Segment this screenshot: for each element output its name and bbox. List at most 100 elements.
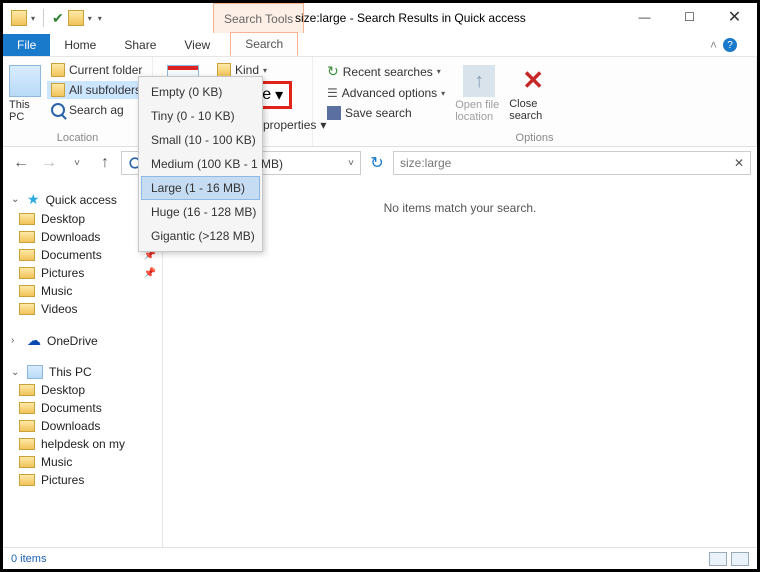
minimize-button[interactable]: — xyxy=(622,3,667,31)
tree-onedrive[interactable]: › ☁ OneDrive xyxy=(3,330,162,351)
explorer-window: ▾ ✔ ▾ ▾ Search Tools size:large - Search… xyxy=(0,0,760,572)
tree-desktop-label: Desktop xyxy=(41,212,85,226)
folder-icon xyxy=(19,474,35,486)
history-dropdown[interactable]: ˅ xyxy=(65,151,89,175)
tree-onedrive-label: OneDrive xyxy=(47,334,98,348)
size-caret-icon: ▾ xyxy=(275,85,283,105)
size-option-large[interactable]: Large (1 - 16 MB) xyxy=(141,176,260,200)
size-option-small[interactable]: Small (10 - 100 KB) xyxy=(141,128,260,152)
advanced-icon: ☰ xyxy=(327,86,338,100)
other-properties-button[interactable]: properties ▾ xyxy=(263,118,326,132)
details-view-icon[interactable] xyxy=(709,552,727,566)
tree-music-label: Music xyxy=(41,284,72,298)
status-bar: 0 items xyxy=(3,547,757,569)
quick-access-toolbar: ▾ ✔ ▾ ▾ xyxy=(3,9,102,27)
tree-pc-downloads[interactable]: Downloads xyxy=(3,417,162,435)
search-box[interactable]: size:large ✕ xyxy=(393,151,751,175)
tab-share[interactable]: Share xyxy=(110,34,170,56)
all-subfolders-button[interactable]: All subfolders xyxy=(47,81,146,99)
size-dropdown-menu: Empty (0 KB) Tiny (0 - 10 KB) Small (10 … xyxy=(138,76,263,252)
tab-search[interactable]: Search xyxy=(230,32,298,56)
kind-label: Kind xyxy=(235,63,259,77)
search-clear-icon[interactable]: ✕ xyxy=(734,156,744,170)
tree-pc-desktop[interactable]: Desktop xyxy=(3,381,162,399)
refresh-button[interactable]: ↻ xyxy=(365,151,389,175)
tree-this-pc-label: This PC xyxy=(49,365,92,379)
qat-app-dropdown-icon[interactable]: ▾ xyxy=(31,14,35,23)
folder-icon xyxy=(19,249,35,261)
recent-searches-button[interactable]: ↻ Recent searches ▾ xyxy=(323,61,449,82)
advanced-options-button[interactable]: ☰ Advanced options ▾ xyxy=(323,84,449,102)
chevron-down-icon[interactable]: ⌄ xyxy=(11,367,21,378)
tree-videos-label: Videos xyxy=(41,302,77,316)
view-switcher xyxy=(709,552,749,566)
tree-pc-helpdesk[interactable]: helpdesk on my xyxy=(3,435,162,453)
recent-icon: ↻ xyxy=(327,63,339,80)
maximize-button[interactable]: ☐ xyxy=(667,3,712,31)
chevron-down-icon[interactable]: ⌄ xyxy=(11,194,21,205)
this-pc-button[interactable]: This PC xyxy=(9,61,41,123)
close-search-icon: ✕ xyxy=(522,65,544,96)
address-dropdown-icon[interactable]: ˅ xyxy=(348,158,354,169)
size-option-gigantic[interactable]: Gigantic (>128 MB) xyxy=(141,224,260,248)
window-controls: — ☐ ✕ xyxy=(622,3,757,31)
ribbon-group-options: ↻ Recent searches ▾ ☰ Advanced options ▾… xyxy=(313,57,757,146)
folder-icon xyxy=(19,213,35,225)
tree-pictures[interactable]: Pictures 📌 xyxy=(3,264,162,282)
navigation-bar: ← → ˅ ↑ access › ˅ ↻ size:large ✕ xyxy=(3,147,757,179)
folder-icon xyxy=(19,420,35,432)
close-search-button[interactable]: ✕ Close search xyxy=(509,61,557,122)
folder-icon xyxy=(19,285,35,297)
folder-icon xyxy=(19,231,35,243)
size-option-medium[interactable]: Medium (100 KB - 1 MB) xyxy=(141,152,260,176)
tree-pc-helpdesk-label: helpdesk on my xyxy=(41,437,125,451)
thumbnails-view-icon[interactable] xyxy=(731,552,749,566)
current-folder-button[interactable]: Current folder xyxy=(47,61,146,79)
qat-separator xyxy=(43,9,44,27)
tree-pc-documents[interactable]: Documents xyxy=(3,399,162,417)
tab-view[interactable]: View xyxy=(170,34,224,56)
properties-caret-icon: ▾ xyxy=(320,118,326,132)
size-option-huge[interactable]: Huge (16 - 128 MB) xyxy=(141,200,260,224)
pc-icon xyxy=(27,365,43,379)
tree-pc-documents-label: Documents xyxy=(41,401,102,415)
search-icon xyxy=(51,103,65,117)
chevron-right-icon[interactable]: › xyxy=(11,335,21,346)
ribbon: This PC Current folder All subfolders Se… xyxy=(3,57,757,147)
options-group-label: Options xyxy=(319,132,750,144)
tree-pc-desktop-label: Desktop xyxy=(41,383,85,397)
qat-properties-icon[interactable]: ✔ xyxy=(52,10,64,27)
help-icon[interactable]: ? xyxy=(723,38,737,52)
qat-overflow-icon[interactable]: ▾ xyxy=(98,14,102,23)
tree-pc-pictures[interactable]: Pictures xyxy=(3,471,162,489)
ribbon-tabs: File Home Share View Search ˄ ? xyxy=(3,33,757,57)
back-button[interactable]: ← xyxy=(9,151,33,175)
tree-videos[interactable]: Videos xyxy=(3,300,162,318)
qat-customize-dropdown-icon[interactable]: ▾ xyxy=(88,14,92,23)
tree-pc-music[interactable]: Music xyxy=(3,453,162,471)
save-icon xyxy=(327,106,341,120)
search-again-button[interactable]: Search ag xyxy=(47,101,146,119)
titlebar: ▾ ✔ ▾ ▾ Search Tools size:large - Search… xyxy=(3,3,757,33)
forward-button: → xyxy=(37,151,61,175)
onedrive-icon: ☁ xyxy=(27,332,41,349)
ribbon-collapse-icon[interactable]: ˄ xyxy=(710,38,717,52)
up-button[interactable]: ↑ xyxy=(93,151,117,175)
other-properties-label: properties xyxy=(263,118,316,132)
tree-this-pc[interactable]: ⌄ This PC xyxy=(3,363,162,381)
tree-music[interactable]: Music xyxy=(3,282,162,300)
subfolders-icon xyxy=(51,83,65,97)
pin-icon: 📌 xyxy=(144,268,156,279)
tree-pictures-label: Pictures xyxy=(41,266,84,280)
size-option-empty[interactable]: Empty (0 KB) xyxy=(141,80,260,104)
open-file-location-button: Open file location xyxy=(455,61,503,123)
save-search-button[interactable]: Save search xyxy=(323,104,449,122)
qat-newfolder-icon[interactable] xyxy=(68,10,84,26)
tab-home[interactable]: Home xyxy=(50,34,110,56)
ribbon-collapse-help[interactable]: ˄ ? xyxy=(696,34,751,56)
window-title: size:large - Search Results in Quick acc… xyxy=(295,11,526,25)
close-button[interactable]: ✕ xyxy=(712,3,757,31)
workspace: ⌄ ★ Quick access Desktop📌 Downloads📌 Doc… xyxy=(3,183,757,547)
tab-file[interactable]: File xyxy=(3,34,50,56)
size-option-tiny[interactable]: Tiny (0 - 10 KB) xyxy=(141,104,260,128)
